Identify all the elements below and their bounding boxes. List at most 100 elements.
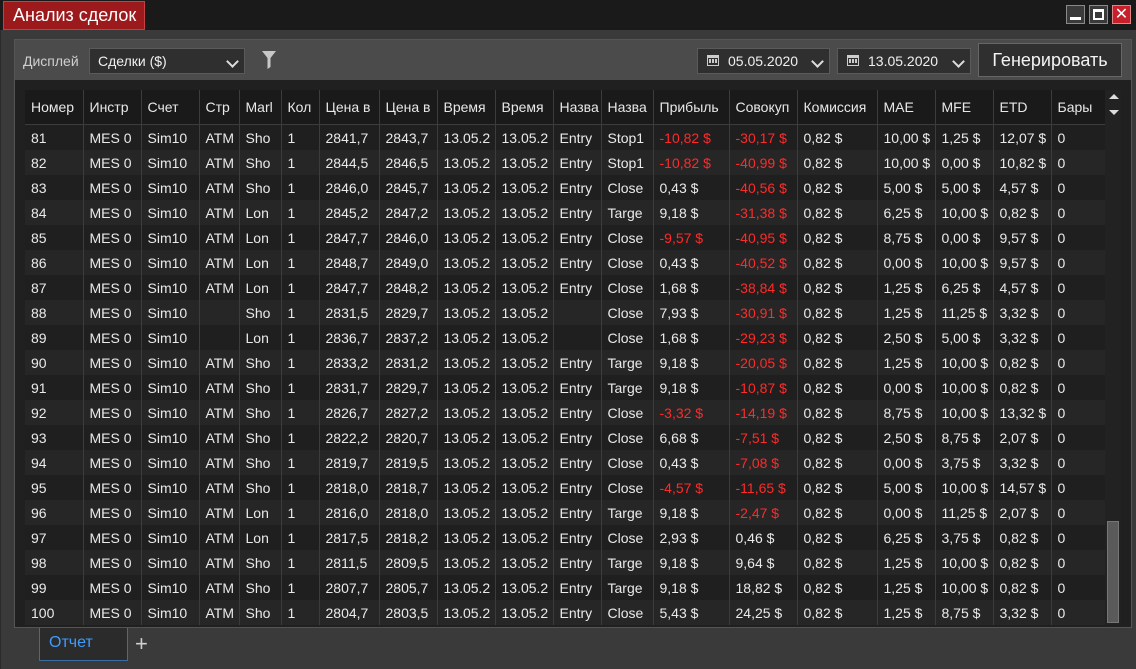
table-row[interactable]: 92 MES 0 Sim10 ATM Sho 1 2826,7 2827,2 13.05.2 13… (25, 400, 1110, 425)
table-row[interactable]: 100 MES 0 Sim10 ATM Sho 1 2804,7 2803,5 13.05.2 1… (25, 600, 1110, 625)
table-cell: 13.05.2 (495, 250, 554, 275)
table-cell: 0 (1051, 225, 1110, 250)
table-cell: 9,18 $ (653, 500, 730, 525)
table-row[interactable]: 96 MES 0 Sim10 ATM Lon 1 2816,0 2818,0 13.05.2 13… (25, 500, 1110, 525)
table-row[interactable]: 82 MES 0 Sim10 ATM Sho 1 2844,5 2846,5 13.05.2 13… (25, 150, 1110, 175)
column-header[interactable]: Marl (239, 90, 282, 125)
column-header[interactable]: ETD (993, 90, 1052, 125)
table-cell: 2811,5 (319, 550, 380, 575)
table-row[interactable]: 98 MES 0 Sim10 ATM Sho 1 2811,5 2809,5 13.05.2 13… (25, 550, 1110, 575)
scroll-up-icon[interactable] (1109, 94, 1119, 99)
table-cell: 13.05.2 (495, 550, 554, 575)
scrollbar-thumb[interactable] (1107, 521, 1119, 623)
table-row[interactable]: 90 MES 0 Sim10 ATM Sho 1 2833,2 2831,2 13.05.2 13… (25, 350, 1110, 375)
table-cell (199, 300, 240, 325)
table-cell: 1 (281, 600, 320, 625)
column-header[interactable]: Инстр (83, 90, 142, 125)
table-row[interactable]: 95 MES 0 Sim10 ATM Sho 1 2818,0 2818,7 13.05.2 13… (25, 475, 1110, 500)
table-row[interactable]: 89 MES 0 Sim10 Lon 1 2836,7 2837,2 13.05.2 13.05… (25, 325, 1110, 350)
table-cell: 0 (1051, 500, 1110, 525)
column-header[interactable]: Номер (25, 90, 84, 125)
filter-icon[interactable] (262, 51, 276, 69)
table-cell: Close (601, 175, 654, 200)
date-from-picker[interactable]: 05.05.2020 (697, 48, 830, 74)
table-cell: ATM (199, 200, 240, 225)
column-header[interactable]: Стр (199, 90, 240, 125)
display-select[interactable]: Сделки ($) (89, 48, 245, 74)
column-header[interactable]: Бары (1051, 90, 1110, 125)
table-row[interactable]: 87 MES 0 Sim10 ATM Lon 1 2847,7 2848,2 13.05.2 13… (25, 275, 1110, 300)
scroll-down-icon[interactable] (1109, 110, 1119, 115)
table-row[interactable]: 91 MES 0 Sim10 ATM Sho 1 2831,7 2829,7 13.05.2 13… (25, 375, 1110, 400)
table-cell: 13.05.2 (495, 275, 554, 300)
table-row[interactable]: 86 MES 0 Sim10 ATM Lon 1 2848,7 2849,0 13.05.2 13… (25, 250, 1110, 275)
generate-button[interactable]: Генерировать (978, 43, 1122, 77)
table-row[interactable]: 93 MES 0 Sim10 ATM Sho 1 2822,2 2820,7 13.05.2 13… (25, 425, 1110, 450)
table-cell: 2807,7 (319, 575, 380, 600)
table-cell: 2846,0 (379, 225, 438, 250)
table-row[interactable]: 84 MES 0 Sim10 ATM Lon 1 2845,2 2847,2 13.05.2 13… (25, 200, 1110, 225)
table-cell: 1 (281, 350, 320, 375)
table-row[interactable]: 99 MES 0 Sim10 ATM Sho 1 2807,7 2805,7 13.05.2 13… (25, 575, 1110, 600)
column-header[interactable]: MFE (935, 90, 994, 125)
table-cell: 1 (281, 300, 320, 325)
table-cell: 0 (1051, 250, 1110, 275)
date-to-value: 13.05.2020 (868, 53, 939, 69)
column-header[interactable]: Время (437, 90, 496, 125)
table-row[interactable]: 83 MES 0 Sim10 ATM Sho 1 2846,0 2845,7 13.05.2 13… (25, 175, 1110, 200)
table-cell: MES 0 (83, 225, 142, 250)
column-header[interactable]: Кол (281, 90, 320, 125)
date-to-picker[interactable]: 13.05.2020 (837, 48, 971, 74)
table-cell: 97 (25, 525, 84, 550)
column-header[interactable]: Цена в (379, 90, 438, 125)
table-cell: 0,43 $ (653, 450, 730, 475)
column-header[interactable]: Счет (141, 90, 200, 125)
column-header[interactable]: Комиссия (797, 90, 878, 125)
table-cell: MES 0 (83, 325, 142, 350)
table-cell: 1 (281, 550, 320, 575)
table-row[interactable]: 94 MES 0 Sim10 ATM Sho 1 2819,7 2819,5 13.05.2 13… (25, 450, 1110, 475)
table-cell: 13.05.2 (437, 400, 496, 425)
column-header[interactable]: Назва (553, 90, 602, 125)
table-cell: 8,75 $ (877, 225, 936, 250)
table-cell: ATM (199, 475, 240, 500)
column-header[interactable]: Совокуп (729, 90, 798, 125)
table-cell: Sim10 (141, 150, 200, 175)
table-cell: 2822,2 (319, 425, 380, 450)
close-button[interactable]: ✕ (1112, 5, 1131, 24)
add-tab-button[interactable]: + (135, 633, 148, 655)
table-cell: 2827,2 (379, 400, 438, 425)
vertical-scrollbar[interactable] (1105, 90, 1121, 625)
table-cell: 10,00 $ (935, 400, 994, 425)
table-row[interactable]: 81 MES 0 Sim10 ATM Sho 1 2841,7 2843,7 13.05.2 13… (25, 124, 1110, 150)
column-header[interactable]: Назва (601, 90, 654, 125)
table-cell: -14,19 $ (729, 400, 798, 425)
table-cell: 0,82 $ (797, 575, 878, 600)
table-cell: 86 (25, 250, 84, 275)
table-cell: 2809,5 (379, 550, 438, 575)
table-cell: -7,08 $ (729, 450, 798, 475)
column-header[interactable]: Цена в (319, 90, 380, 125)
table-cell: Sim10 (141, 275, 200, 300)
table-cell: 4,57 $ (993, 175, 1052, 200)
maximize-button[interactable] (1089, 5, 1108, 24)
table-cell: Close (601, 425, 654, 450)
table-cell: 0,82 $ (797, 525, 878, 550)
column-header[interactable]: MAE (877, 90, 936, 125)
calendar-icon (847, 55, 859, 66)
table-row[interactable]: 88 MES 0 Sim10 Sho 1 2831,5 2829,7 13.05.2 13.05… (25, 300, 1110, 325)
table-row[interactable]: 85 MES 0 Sim10 ATM Lon 1 2847,7 2846,0 13.05.2 13… (25, 225, 1110, 250)
table-cell: 1,25 $ (877, 575, 936, 600)
table-row[interactable]: 97 MES 0 Sim10 ATM Lon 1 2817,5 2818,2 13.05.2 13… (25, 525, 1110, 550)
column-header[interactable]: Прибыль (653, 90, 730, 125)
table-cell: 1 (281, 500, 320, 525)
table-cell: ATM (199, 500, 240, 525)
column-header[interactable]: Время (495, 90, 554, 125)
table-cell: -2,47 $ (729, 500, 798, 525)
table-cell: Sim10 (141, 575, 200, 600)
minimize-button[interactable] (1066, 5, 1085, 24)
table-cell: 2818,0 (379, 500, 438, 525)
table-cell: 12,07 $ (993, 124, 1052, 150)
table-cell: -10,87 $ (729, 375, 798, 400)
tab-report[interactable]: Отчет (39, 628, 128, 661)
